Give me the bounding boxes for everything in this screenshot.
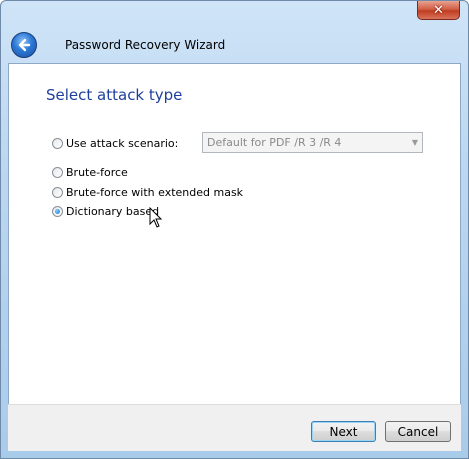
radio-attack-scenario[interactable] — [52, 138, 63, 149]
cancel-button[interactable]: Cancel — [385, 421, 451, 442]
close-button[interactable]: ✕ — [417, 1, 460, 20]
select-value: Default for PDF /R 3 /R 4 — [207, 136, 342, 149]
attack-scenario-select[interactable]: Default for PDF /R 3 /R 4 ▼ — [202, 132, 423, 153]
option-label: Brute-force with extended mask — [66, 186, 244, 199]
next-button[interactable]: Next — [311, 421, 376, 442]
option-label: Brute-force — [66, 166, 128, 179]
mouse-pointer-icon — [149, 207, 163, 228]
radio-brute-force[interactable] — [52, 167, 63, 178]
radio-dictionary-based[interactable] — [52, 206, 63, 217]
option-label: Dictionary based — [66, 205, 160, 218]
wizard-content-area — [8, 63, 461, 451]
back-button[interactable] — [11, 32, 37, 58]
window-title: Password Recovery Wizard — [65, 38, 226, 52]
radio-brute-force-extended-mask[interactable] — [52, 187, 63, 198]
option-label: Use attack scenario: — [66, 137, 179, 150]
back-arrow-icon — [18, 38, 31, 52]
chevron-down-icon: ▼ — [411, 138, 418, 147]
option-dictionary-based[interactable]: Dictionary based — [52, 205, 159, 218]
option-brute-force-extended-mask[interactable]: Brute-force with extended mask — [52, 186, 243, 199]
option-attack-scenario[interactable]: Use attack scenario: — [52, 137, 178, 150]
close-icon: ✕ — [433, 2, 444, 18]
wizard-window: ✕ Password Recovery Wizard — [0, 0, 469, 459]
page-title: Select attack type — [46, 86, 183, 104]
option-brute-force[interactable]: Brute-force — [52, 166, 128, 179]
